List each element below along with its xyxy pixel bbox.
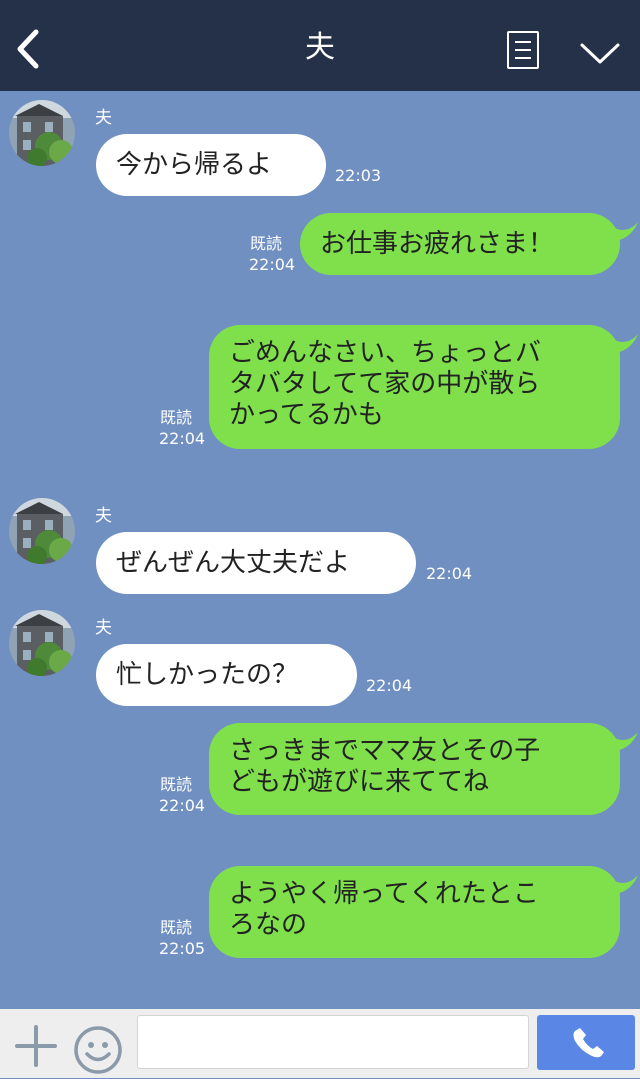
message-line: さっきまでママ友とその子: [229, 736, 541, 766]
read-receipt: 既読: [160, 775, 193, 794]
message-line: ようやく帰ってくれたとこ: [229, 879, 539, 909]
sender-name: 夫: [95, 506, 112, 526]
bubble-tail: [606, 334, 638, 354]
message-line: タバタしてて家の中が散ら: [229, 369, 541, 399]
read-receipt: 既読: [250, 234, 283, 253]
message-bubble-outgoing[interactable]: ようやく帰ってくれたとこ ろなの: [209, 866, 620, 958]
avatar[interactable]: [9, 610, 75, 676]
message-time: 22:04: [159, 796, 206, 815]
message-time: 22:04: [249, 255, 296, 274]
avatar[interactable]: [9, 498, 75, 564]
message-line: かってるかも: [229, 400, 384, 430]
chat-header: 夫: [0, 0, 640, 91]
message-bubble-outgoing[interactable]: ごめんなさい、ちょっとバ タバタしてて家の中が散ら かってるかも: [209, 325, 620, 449]
message-time: 22:04: [426, 564, 473, 583]
bubble-tail: [606, 732, 638, 752]
message-bubble-outgoing[interactable]: さっきまでママ友とその子 どもが遊びに来ててね: [209, 723, 620, 815]
call-button[interactable]: [537, 1015, 635, 1070]
phone-icon: [573, 1028, 604, 1058]
bubble-tail: [606, 222, 638, 242]
message-line: どもが遊びに来ててね: [229, 767, 490, 797]
chevron-down-icon: [580, 43, 620, 64]
message-bubble-incoming[interactable]: ぜんぜん大丈夫だよ: [96, 532, 416, 594]
message-line: ろなの: [229, 910, 308, 940]
collapse-button[interactable]: [578, 38, 622, 68]
message-time: 22:04: [159, 429, 206, 448]
read-receipt: 既読: [160, 918, 193, 937]
chat-title: 夫: [305, 30, 335, 65]
message-input[interactable]: [137, 1015, 529, 1069]
menu-button[interactable]: [507, 31, 539, 69]
message-bubble-incoming[interactable]: 忙しかったの？: [96, 644, 357, 706]
emoji-button[interactable]: [73, 1025, 123, 1075]
plus-icon: [15, 1025, 57, 1067]
message-line: ごめんなさい、ちょっとバ: [229, 338, 542, 368]
read-receipt: 既読: [160, 408, 193, 427]
chevron-left-icon: [17, 29, 39, 69]
smiley-icon: [74, 1026, 122, 1074]
input-bar: [0, 1009, 640, 1078]
list-icon: [515, 41, 531, 43]
add-button[interactable]: [14, 1024, 58, 1068]
message-time: 22:04: [366, 676, 413, 695]
sender-name: 夫: [95, 618, 112, 638]
message-bubble-outgoing[interactable]: お仕事お疲れさま！: [300, 213, 620, 275]
message-time: 22:03: [335, 166, 382, 185]
message-time: 22:05: [159, 939, 206, 958]
message-bubble-incoming[interactable]: 今から帰るよ: [96, 134, 326, 196]
back-button[interactable]: [10, 26, 50, 72]
avatar[interactable]: [9, 100, 75, 166]
bubble-tail: [606, 875, 638, 895]
sender-name: 夫: [95, 108, 112, 128]
